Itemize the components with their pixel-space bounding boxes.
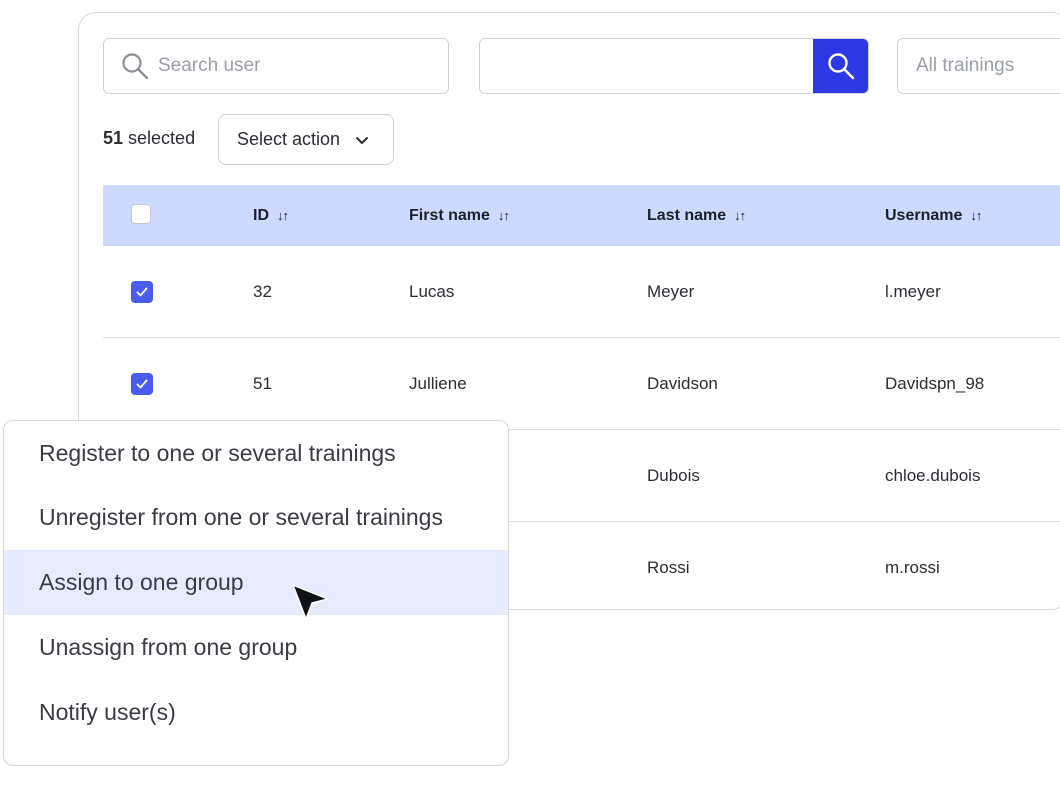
selected-count-number: 51 bbox=[103, 128, 124, 148]
row-checkbox[interactable] bbox=[131, 373, 153, 395]
check-icon bbox=[136, 379, 148, 389]
table-row[interactable]: 51 Julliene Davidson Davidspn_98 bbox=[103, 338, 1060, 430]
chevron-down-icon bbox=[356, 136, 369, 144]
table-row[interactable]: 32 Lucas Meyer l.meyer bbox=[103, 246, 1060, 338]
sort-icon: ↓↑ bbox=[970, 208, 982, 223]
sort-icon: ↓↑ bbox=[277, 208, 289, 223]
sort-icon: ↓↑ bbox=[497, 208, 510, 223]
cell-first-name: Lucas bbox=[409, 281, 455, 301]
check-icon bbox=[136, 287, 148, 297]
column-header-id[interactable]: ID ↓↑ bbox=[253, 185, 289, 246]
cell-last-name: Dubois bbox=[647, 465, 700, 485]
column-header-last-name[interactable]: Last name ↓↑ bbox=[647, 185, 746, 246]
cell-last-name: Meyer bbox=[647, 281, 695, 301]
search-icon bbox=[122, 53, 149, 80]
column-header-label: First name bbox=[409, 206, 490, 224]
column-header-label: Last name bbox=[647, 206, 727, 224]
search-user-input[interactable]: Search user bbox=[103, 38, 449, 94]
menu-item-register-trainings[interactable]: Register to one or several trainings bbox=[4, 421, 508, 486]
cell-id: 32 bbox=[253, 281, 272, 301]
select-action-dropdown[interactable]: Select action bbox=[218, 114, 394, 165]
column-header-first-name[interactable]: First name ↓↑ bbox=[409, 185, 510, 246]
select-all-checkbox[interactable] bbox=[131, 204, 151, 224]
trainings-filter-select[interactable]: All trainings bbox=[897, 38, 1060, 94]
search-icon bbox=[827, 53, 854, 80]
search-user-placeholder: Search user bbox=[158, 55, 261, 76]
menu-item-assign-group[interactable]: Assign to one group bbox=[4, 550, 508, 615]
menu-item-unregister-trainings[interactable]: Unregister from one or several trainings bbox=[4, 485, 508, 550]
cell-username: Davidspn_98 bbox=[885, 373, 985, 393]
selected-count-label: 51 selected bbox=[103, 128, 195, 149]
cell-username: l.meyer bbox=[885, 281, 941, 301]
select-action-label: Select action bbox=[237, 129, 341, 149]
cell-first-name: Julliene bbox=[409, 373, 467, 393]
column-header-label: ID bbox=[253, 206, 269, 224]
row-checkbox[interactable] bbox=[131, 281, 153, 303]
selected-count-text: selected bbox=[123, 128, 196, 148]
menu-item-unassign-group[interactable]: Unassign from one group bbox=[4, 615, 508, 680]
trainings-filter-value: All trainings bbox=[916, 55, 1015, 76]
search-input[interactable] bbox=[479, 38, 869, 94]
column-header-username[interactable]: Username ↓↑ bbox=[885, 185, 982, 246]
cell-last-name: Davidson bbox=[647, 373, 718, 393]
mouse-cursor-icon bbox=[292, 584, 329, 620]
menu-item-notify-users[interactable]: Notify user(s) bbox=[4, 680, 508, 745]
cell-username: m.rossi bbox=[885, 557, 940, 577]
column-header-label: Username bbox=[885, 206, 963, 224]
sort-icon: ↓↑ bbox=[734, 208, 746, 223]
cell-last-name: Rossi bbox=[647, 557, 690, 577]
search-button[interactable] bbox=[813, 39, 868, 93]
cell-username: chloe.dubois bbox=[885, 465, 981, 485]
cell-id: 51 bbox=[253, 373, 272, 393]
table-header: ID ↓↑ First name ↓↑ Last name ↓↑ Usernam… bbox=[103, 185, 1060, 246]
action-menu: Register to one or several trainings Unr… bbox=[3, 420, 509, 766]
